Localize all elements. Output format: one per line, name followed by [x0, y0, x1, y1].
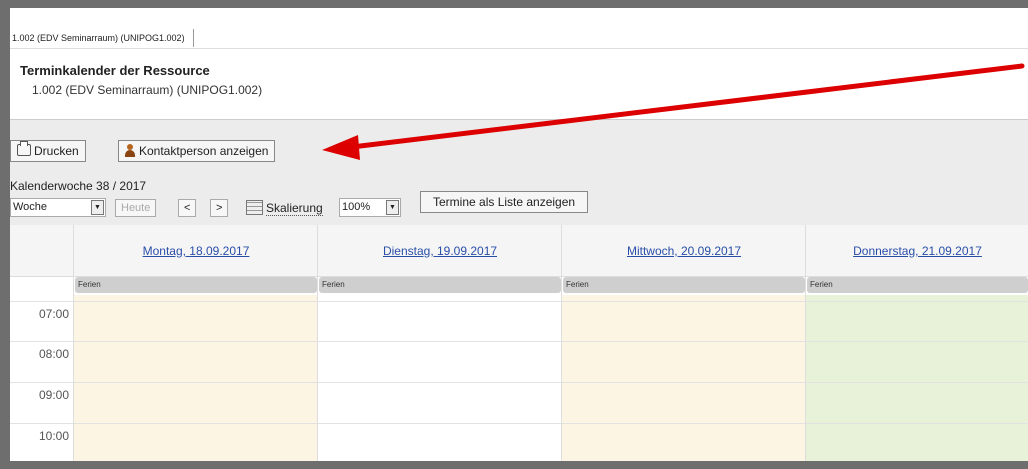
today-button[interactable]: Heute [115, 199, 157, 217]
calendar-icon[interactable] [246, 200, 263, 215]
event-ferien[interactable]: Ferien [563, 277, 805, 293]
chevron-down-icon[interactable]: ▼ [91, 200, 104, 215]
scale-label: Skalierung [266, 201, 323, 216]
toolbar: Drucken Kontaktperson anzeigen Kalenderw… [10, 119, 1028, 225]
calendar-week: Kalenderwoche 38 / 2017 [10, 179, 147, 193]
view-select[interactable]: Woche ▼ [10, 198, 106, 217]
week-calendar: 07:00 08:00 09:00 10:00 Montag, 18.09.20… [10, 225, 1028, 461]
page-title: Terminkalender der Ressource [20, 63, 210, 78]
hour-slot[interactable] [562, 382, 806, 383]
hour-slot[interactable] [74, 341, 318, 342]
person-icon [125, 144, 135, 157]
day-header: Dienstag, 19.09.2017 [318, 225, 562, 276]
hour-slot[interactable] [806, 423, 1028, 424]
day-header: Montag, 18.09.2017 [74, 225, 318, 276]
day-header: Mittwoch, 20.09.2017 [562, 225, 806, 276]
day-column-wednesday[interactable]: Mittwoch, 20.09.2017 Ferien [561, 225, 806, 461]
hour-slot[interactable] [806, 301, 1028, 302]
hour-slot[interactable] [806, 341, 1028, 342]
contact-label: Kontaktperson anzeigen [139, 144, 269, 158]
time-label: 07:00 [38, 307, 69, 321]
day-time-grid[interactable] [74, 295, 318, 461]
hour-slot[interactable] [318, 423, 562, 424]
print-label: Drucken [34, 144, 79, 158]
day-link[interactable]: Donnerstag, 21.09.2017 [853, 244, 982, 258]
day-column-thursday[interactable]: Donnerstag, 21.09.2017 Ferien [805, 225, 1028, 461]
time-label: 09:00 [38, 388, 69, 402]
day-link[interactable]: Mittwoch, 20.09.2017 [627, 244, 741, 258]
print-button[interactable]: Drucken [10, 140, 86, 162]
day-column-tuesday[interactable]: Dienstag, 19.09.2017 Ferien [317, 225, 562, 461]
prev-week-button[interactable]: < [178, 199, 197, 217]
next-week-button[interactable]: > [210, 199, 229, 217]
event-ferien[interactable]: Ferien [319, 277, 561, 293]
hour-slot[interactable] [318, 382, 562, 383]
day-time-grid[interactable] [806, 295, 1028, 461]
day-time-grid[interactable] [562, 295, 806, 461]
resource-header: Terminkalender der Ressource 1.002 (EDV … [10, 49, 1028, 119]
tab-resource[interactable]: 1.002 (EDV Seminarraum) (UNIPOG1.002) [10, 29, 194, 47]
hour-slot[interactable] [562, 423, 806, 424]
event-ferien[interactable]: Ferien [807, 277, 1028, 293]
day-column-monday[interactable]: Montag, 18.09.2017 Ferien [73, 225, 318, 461]
day-header: Donnerstag, 21.09.2017 [806, 225, 1028, 276]
hour-slot[interactable] [806, 382, 1028, 383]
resource-name: 1.002 (EDV Seminarraum) (UNIPOG1.002) [32, 83, 263, 97]
day-link[interactable]: Dienstag, 19.09.2017 [383, 244, 497, 258]
scale-select[interactable]: 100% ▼ [339, 198, 401, 217]
time-label: 10:00 [38, 429, 69, 443]
contact-person-button[interactable]: Kontaktperson anzeigen [118, 140, 276, 162]
hour-slot[interactable] [562, 301, 806, 302]
time-label: 08:00 [38, 347, 69, 361]
show-as-list-button[interactable]: Termine als Liste anzeigen [420, 191, 589, 213]
chevron-down-icon[interactable]: ▼ [386, 200, 399, 215]
hour-slot[interactable] [74, 301, 318, 302]
event-ferien[interactable]: Ferien [75, 277, 317, 293]
time-column: 07:00 08:00 09:00 10:00 [10, 225, 73, 461]
hour-slot[interactable] [562, 341, 806, 342]
hour-slot[interactable] [318, 301, 562, 302]
tab-bar: 1.002 (EDV Seminarraum) (UNIPOG1.002) [10, 8, 1028, 49]
day-link[interactable]: Montag, 18.09.2017 [143, 244, 250, 258]
printer-icon [17, 141, 31, 156]
hour-slot[interactable] [318, 341, 562, 342]
hour-slot[interactable] [74, 382, 318, 383]
scale-select-value: 100% [342, 201, 371, 213]
view-select-value: Woche [13, 201, 48, 213]
day-time-grid[interactable] [318, 295, 562, 461]
hour-slot[interactable] [74, 423, 318, 424]
